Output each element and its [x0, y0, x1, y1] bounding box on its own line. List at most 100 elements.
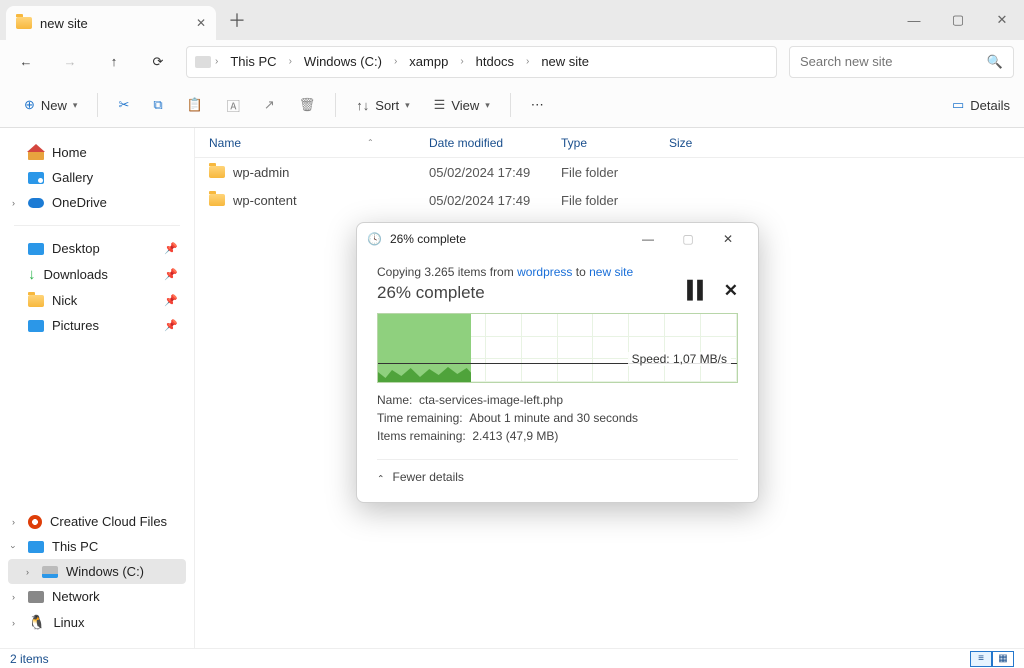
maximize-button[interactable]: ▢ [936, 0, 980, 40]
sidebar-item-linux[interactable]: ›🐧Linux [8, 609, 186, 636]
view-icon: ☰ [434, 97, 446, 113]
dialog-close-button[interactable]: ✕ [708, 225, 748, 253]
chevron-right-icon[interactable]: › [526, 56, 529, 67]
sidebar-item-pictures[interactable]: Pictures📌 [8, 313, 186, 338]
dialog-title: 26% complete [390, 232, 466, 246]
close-tab-icon[interactable]: ✕ [196, 16, 206, 30]
pin-icon[interactable]: 📌 [164, 268, 178, 281]
details-view-toggle[interactable]: ≡ [970, 651, 992, 667]
dialog-titlebar[interactable]: 🕓 26% complete — ▢ ✕ [357, 223, 758, 255]
sidebar-item-nick[interactable]: Nick📌 [8, 288, 186, 313]
file-type: File folder [561, 193, 669, 208]
breadcrumb-seg[interactable]: Windows (C:) [296, 54, 390, 69]
column-date[interactable]: Date modified [429, 136, 561, 150]
chevron-right-icon[interactable]: › [289, 56, 292, 67]
new-button-label: New [41, 98, 67, 113]
chevron-right-icon[interactable]: › [12, 198, 15, 208]
column-size[interactable]: Size [669, 136, 729, 150]
minimize-button[interactable]: — [892, 0, 936, 40]
search-input[interactable] [800, 54, 979, 69]
forward-button[interactable]: → [54, 46, 86, 78]
fewer-details-button[interactable]: ⌄ Fewer details [377, 459, 738, 488]
breadcrumb[interactable]: › This PC › Windows (C:) › xampp › htdoc… [186, 46, 777, 78]
chevron-down-icon: ▾ [405, 100, 410, 111]
breadcrumb-seg[interactable]: new site [533, 54, 597, 69]
pin-icon[interactable]: 📌 [164, 242, 178, 255]
search-box[interactable]: 🔍 [789, 46, 1014, 78]
tiles-view-toggle[interactable]: ▦ [992, 651, 1014, 667]
table-row[interactable]: wp-admin05/02/2024 17:49File folder [195, 158, 1024, 186]
more-button[interactable]: ⋯ [521, 89, 554, 121]
chevron-up-icon: ⌄ [377, 472, 385, 483]
breadcrumb-seg[interactable]: xampp [401, 54, 456, 69]
chevron-right-icon[interactable]: › [12, 517, 15, 527]
sort-button[interactable]: ↑↓ Sort ▾ [346, 89, 419, 121]
sidebar-item-label: Linux [53, 615, 84, 630]
copy-button[interactable]: ⧉ [143, 89, 172, 121]
chevron-down-icon: ▾ [485, 100, 490, 111]
sidebar-item-onedrive[interactable]: ›OneDrive [8, 190, 186, 215]
chevron-down-icon[interactable]: › [9, 545, 19, 548]
column-type[interactable]: Type [561, 136, 669, 150]
cancel-button[interactable]: ✕ [724, 281, 738, 301]
meta-time-value: About 1 minute and 30 seconds [469, 411, 638, 425]
chevron-right-icon[interactable]: › [12, 592, 15, 602]
view-label: View [451, 98, 479, 113]
copy-dest-link[interactable]: new site [589, 265, 633, 279]
sidebar-item-label: Downloads [44, 267, 108, 282]
up-button[interactable]: ↑ [98, 46, 130, 78]
desktop-icon [28, 243, 44, 255]
cut-button[interactable]: ✂ [108, 89, 139, 121]
pin-icon[interactable]: 📌 [164, 319, 178, 332]
sidebar: Home Gallery ›OneDrive Desktop📌 ↓Downloa… [0, 128, 195, 648]
dialog-maximize-button[interactable]: ▢ [668, 225, 708, 253]
chevron-right-icon[interactable]: › [460, 56, 463, 67]
sidebar-item-home[interactable]: Home [8, 140, 186, 165]
table-row[interactable]: wp-content05/02/2024 17:49File folder [195, 186, 1024, 214]
paste-button[interactable]: 📋 [177, 89, 213, 121]
breadcrumb-seg[interactable]: htdocs [468, 54, 522, 69]
sidebar-item-network[interactable]: › Network [8, 584, 186, 609]
sidebar-item-creative-cloud[interactable]: ›Creative Cloud Files [8, 509, 186, 534]
sidebar-item-windows-c[interactable]: ›Windows (C:) [8, 559, 186, 584]
details-button[interactable]: ▭ Details [952, 97, 1010, 113]
chevron-right-icon[interactable]: › [215, 56, 218, 67]
share-icon: ↗ [264, 97, 275, 113]
breadcrumb-seg[interactable]: This PC [222, 54, 284, 69]
new-button[interactable]: ⊕ New ▾ [14, 89, 87, 121]
sidebar-item-desktop[interactable]: Desktop📌 [8, 236, 186, 261]
percent-complete: 26% complete [377, 283, 738, 303]
refresh-button[interactable]: ⟳ [142, 46, 174, 78]
dialog-minimize-button[interactable]: — [628, 225, 668, 253]
sidebar-item-label: Network [52, 589, 100, 604]
chevron-right-icon[interactable]: › [26, 567, 29, 577]
column-name[interactable]: Name⌃ [209, 136, 429, 150]
pin-icon[interactable]: 📌 [164, 294, 178, 307]
folder-icon [28, 295, 44, 307]
rename-icon: 🄰 [227, 96, 240, 115]
back-button[interactable]: ← [10, 46, 42, 78]
window-tab[interactable]: new site ✕ [6, 6, 216, 40]
search-icon[interactable]: 🔍 [987, 54, 1003, 70]
view-button[interactable]: ☰ View ▾ [424, 89, 500, 121]
file-date: 05/02/2024 17:49 [429, 165, 561, 180]
meta-name-label: Name: [377, 393, 412, 407]
meta-items-value: 2.413 (47,9 MB) [472, 429, 558, 443]
chevron-right-icon[interactable]: › [12, 618, 15, 628]
share-button[interactable]: ↗ [254, 89, 285, 121]
close-window-button[interactable]: ✕ [980, 0, 1024, 40]
sidebar-item-this-pc[interactable]: ›This PC [8, 534, 186, 559]
delete-button[interactable]: 🗑 [289, 89, 326, 121]
pictures-icon [28, 320, 44, 332]
rename-button[interactable]: 🄰 [217, 89, 250, 121]
pc-icon [195, 56, 211, 68]
fewer-details-label: Fewer details [393, 470, 464, 484]
copy-source-link[interactable]: wordpress [517, 265, 572, 279]
chevron-right-icon[interactable]: › [394, 56, 397, 67]
divider [510, 93, 511, 117]
sidebar-item-downloads[interactable]: ↓Downloads📌 [8, 261, 186, 288]
pause-button[interactable]: ▍▍ [688, 281, 708, 301]
new-tab-button[interactable]: ＋ [220, 3, 254, 37]
meta-time-label: Time remaining: [377, 411, 463, 425]
sidebar-item-gallery[interactable]: Gallery [8, 165, 186, 190]
